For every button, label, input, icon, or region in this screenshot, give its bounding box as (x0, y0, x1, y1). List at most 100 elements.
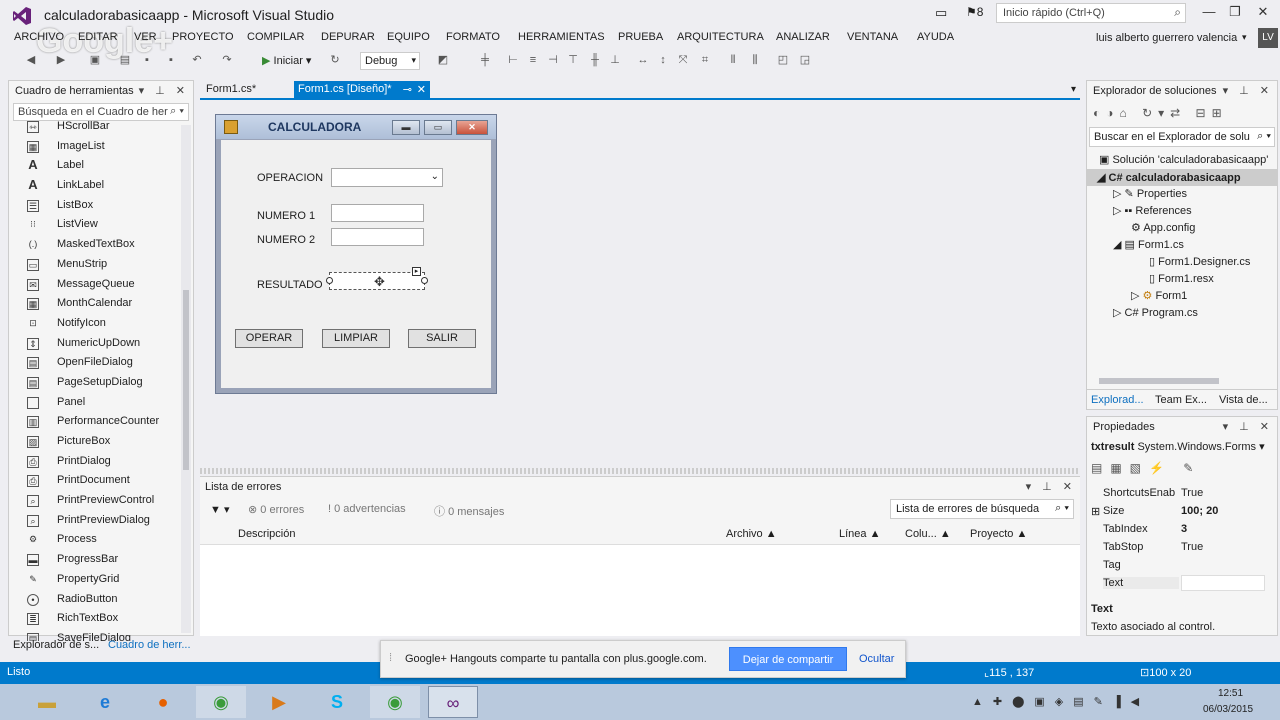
avatar[interactable]: LV (1258, 28, 1278, 48)
resize-handle-left[interactable] (326, 277, 333, 284)
prop-row-shortcutsenab[interactable]: ShortcutsEnab (1103, 487, 1175, 499)
errors-filter-button[interactable]: ⊗ 0 errores (248, 503, 304, 516)
skype-icon[interactable]: S (312, 686, 362, 718)
salir-button[interactable]: SALIR (408, 329, 476, 348)
tab-solution-explorer[interactable]: Explorad... (1091, 394, 1144, 406)
solution-h-scrollbar[interactable] (1089, 377, 1275, 385)
toolbox-item-linklabel[interactable]: A LinkLabel (9, 176, 193, 196)
bring-to-front-icon[interactable]: ◰ (776, 53, 790, 67)
align-left-icon[interactable]: ⊢ (506, 53, 520, 67)
tree-form1-resx[interactable]: ▯ Form1.resx (1149, 272, 1214, 285)
hide-button[interactable]: Ocultar (859, 653, 894, 665)
tree-properties[interactable]: ▷ ✎ Properties (1113, 187, 1187, 200)
toolbox-item-monthcalendar[interactable]: ▦ MonthCalendar (9, 294, 193, 314)
numero1-textbox[interactable] (331, 204, 424, 222)
minimize-button[interactable]: — (1196, 4, 1222, 22)
toolbox-item-messagequeue[interactable]: ✉ MessageQueue (9, 275, 193, 295)
internet-explorer-icon[interactable]: e (80, 686, 130, 718)
horizontal-spacing-icon[interactable]: ⫴ (726, 53, 740, 67)
same-size-icon[interactable]: ⤧ (676, 53, 690, 67)
undo-icon[interactable]: ↶ (190, 53, 204, 67)
menu-formato[interactable]: FORMATO (446, 31, 500, 43)
panel-splitter[interactable] (200, 468, 1080, 474)
resize-handle-right[interactable] (421, 277, 428, 284)
col-archivo[interactable]: Archivo ▲ (726, 528, 777, 540)
operacion-combobox[interactable]: ⌄ (331, 168, 443, 187)
solution-config-select[interactable]: Debug ▾ (360, 52, 420, 70)
align-right-icon[interactable]: ⊣ (546, 53, 560, 67)
menu-herramientas[interactable]: HERRAMIENTAS (518, 31, 605, 43)
close-tab-icon[interactable]: ✕ (417, 83, 426, 96)
menu-archivo[interactable]: ARCHIVO (14, 31, 64, 43)
prop-row-tabindex[interactable]: TabIndex (1103, 523, 1148, 535)
warnings-filter-button[interactable]: ! 0 advertencias (328, 503, 406, 515)
expand-plus-icon[interactable]: ⊞ (1091, 505, 1100, 518)
menu-prueba[interactable]: PRUEBA (618, 31, 663, 43)
prop-row-size[interactable]: Size (1103, 505, 1124, 517)
panel-pin-close-icons[interactable]: ▾ ⊥ ✕ (1223, 84, 1273, 97)
tab-class-view[interactable]: Vista de... (1219, 394, 1268, 406)
media-player-icon[interactable]: ▶ (254, 686, 304, 718)
toolbox-item-performancecounter[interactable]: ▥ PerformanceCounter (9, 412, 193, 432)
maximize-button[interactable]: ❐ (1222, 4, 1248, 22)
firefox-icon[interactable]: ● (138, 686, 188, 718)
toolbox-item-listbox[interactable]: ☰ ListBox (9, 196, 193, 216)
new-project-icon[interactable]: ▣ (88, 53, 102, 67)
send-to-back-icon[interactable]: ◲ (798, 53, 812, 67)
operar-button[interactable]: OPERAR (235, 329, 303, 348)
menu-proyecto[interactable]: PROYECTO (172, 31, 234, 43)
feedback-icon[interactable]: ▭ (935, 5, 947, 21)
tab-team-explorer[interactable]: Team Ex... (1155, 394, 1207, 406)
forward-icon[interactable]: ▶ (54, 53, 68, 67)
tree-form1-class[interactable]: ▷ ⚙ Form1 (1131, 289, 1187, 302)
menu-depurar[interactable]: DEPURAR (321, 31, 375, 43)
visual-studio-taskbar-icon[interactable]: ∞ (428, 686, 478, 718)
menu-editar[interactable]: EDITAR (78, 31, 118, 43)
file-explorer-icon[interactable]: ▬ (22, 686, 72, 718)
menu-analizar[interactable]: ANALIZAR (776, 31, 830, 43)
col-linea[interactable]: Línea ▲ (839, 528, 880, 540)
toolbox-item-radiobutton[interactable]: • RadioButton (9, 590, 193, 610)
prop-value-size[interactable]: 100; 20 (1181, 505, 1218, 517)
toolbox-item-openfiledialog[interactable]: ▤ OpenFileDialog (9, 353, 193, 373)
toolbox-item-richtextbox[interactable]: ≣ RichTextBox (9, 609, 193, 629)
tree-app-config[interactable]: ⚙ App.config (1131, 221, 1195, 234)
toolbox-item-printpreviewcontrol[interactable]: ⌕ PrintPreviewControl (9, 491, 193, 511)
resultado-textbox-selected[interactable]: ✥ ▸ (326, 267, 428, 290)
user-dropdown-icon[interactable]: ▾ (1242, 32, 1247, 43)
menu-equipo[interactable]: EQUIPO (387, 31, 430, 43)
toolbox-item-maskedtextbox[interactable]: (.) MaskedTextBox (9, 235, 193, 255)
tab-form1-cs[interactable]: Form1.cs* (202, 81, 260, 98)
tab-solution-explorer-left[interactable]: Explorador de s... (13, 639, 99, 651)
tab-overflow-icon[interactable]: ▾ (1071, 84, 1076, 95)
toolbox-item-label[interactable]: A Label (9, 156, 193, 176)
prop-row-text[interactable]: Text (1103, 577, 1179, 589)
save-icon[interactable]: ▪ (140, 53, 154, 67)
user-name[interactable]: luis alberto guerrero valencia (1096, 32, 1237, 44)
filter-icon[interactable]: ▼ ▾ (210, 503, 229, 516)
chrome-icon[interactable]: ◉ (196, 686, 246, 718)
start-debug-button[interactable]: ▶ Iniciar ▾ (262, 54, 311, 67)
toolbox-item-propertygrid[interactable]: ✎ PropertyGrid (9, 570, 193, 590)
align-bottom-icon[interactable]: ⊥ (608, 53, 622, 67)
toolbox-item-progressbar[interactable]: ▬ ProgressBar (9, 550, 193, 570)
toolbox-item-printdocument[interactable]: ⎙ PrintDocument (9, 471, 193, 491)
prop-value-text-input[interactable] (1181, 575, 1265, 591)
save-all-icon[interactable]: ▪ (164, 53, 178, 67)
tree-solution[interactable]: ▣ Solución 'calculadorabasicaapp' (1099, 153, 1268, 166)
tree-project-selected[interactable]: ◢ C# calculadorabasicaapp (1087, 169, 1277, 186)
prop-value-tabindex[interactable]: 3 (1181, 523, 1187, 535)
tree-references[interactable]: ▷ ▪▪ References (1113, 204, 1192, 217)
close-button[interactable]: ✕ (1250, 4, 1276, 22)
properties-toolbar[interactable]: ▤▦▧⚡ ✎ (1091, 461, 1201, 475)
toolbox-item-printdialog[interactable]: ⎙ PrintDialog (9, 452, 193, 472)
smart-tag-icon[interactable]: ▸ (412, 267, 421, 276)
toolbox-item-menustrip[interactable]: ▭ MenuStrip (9, 255, 193, 275)
error-search-input[interactable]: Lista de errores de búsqueda ⌕ ▾ (890, 499, 1074, 519)
format-icon[interactable]: ◩ (436, 53, 450, 67)
toolbox-item-panel[interactable]: Panel (9, 393, 193, 413)
menu-ayuda[interactable]: AYUDA (917, 31, 954, 43)
back-icon[interactable]: ◀ (24, 53, 38, 67)
refresh-icon[interactable]: ↻ (328, 53, 342, 67)
menu-arquitectura[interactable]: ARQUITECTURA (677, 31, 764, 43)
